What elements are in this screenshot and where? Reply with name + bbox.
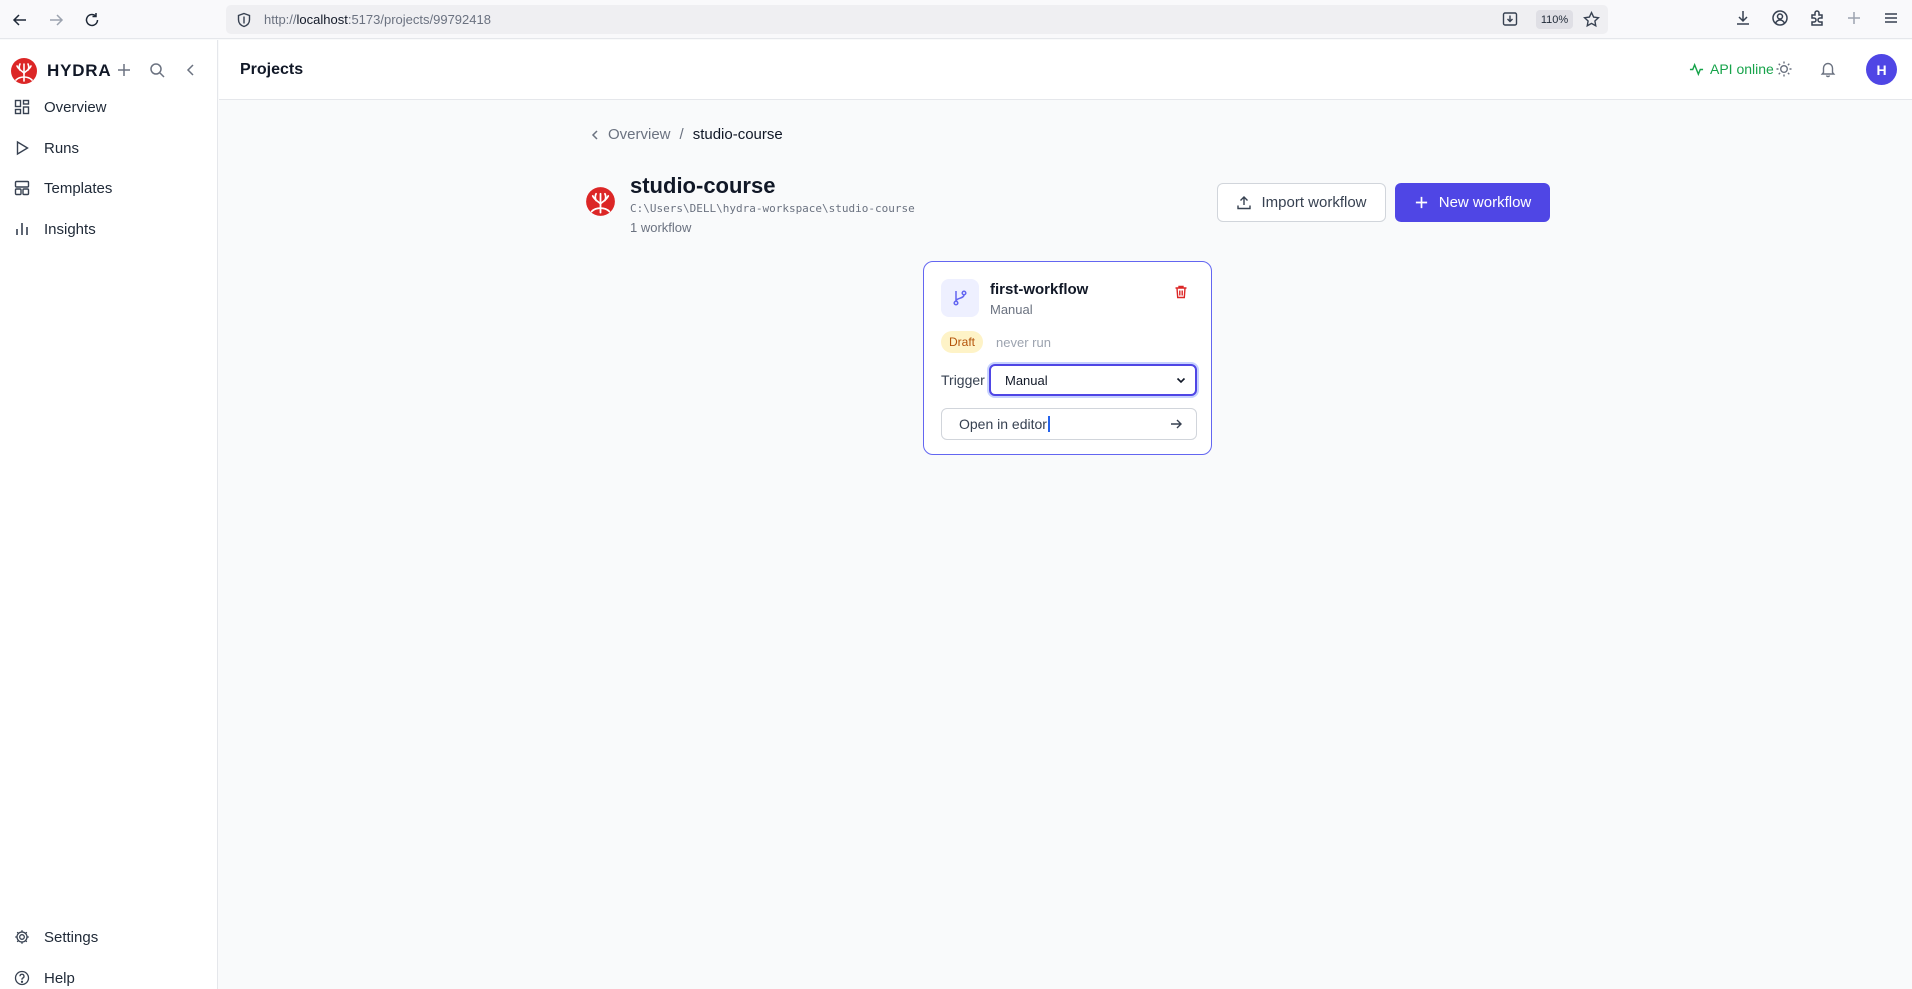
sidebar-item-runs[interactable]: Runs [0, 130, 218, 166]
back-button[interactable] [7, 7, 33, 33]
trigger-select-value: Manual [1005, 372, 1048, 388]
sidebar-item-label: Insights [44, 220, 96, 238]
open-in-editor-label: Open in editor [959, 416, 1047, 432]
breadcrumb: Overview / studio-course [588, 126, 783, 143]
gear-icon [15, 930, 29, 944]
new-workflow-button[interactable]: New workflow [1395, 183, 1550, 222]
browser-toolbar: http://localhost:5173/projects/99792418 … [0, 0, 1912, 39]
plus-icon [1415, 196, 1427, 209]
project-logo-icon [586, 187, 615, 216]
sidebar-item-insights[interactable]: Insights [0, 211, 218, 247]
activity-icon [1689, 62, 1704, 76]
address-bar[interactable]: http://localhost:5173/projects/99792418 … [226, 5, 1608, 34]
collapse-sidebar-icon[interactable] [182, 61, 200, 79]
workflow-icon-tile [941, 279, 979, 317]
workflow-name[interactable]: first-workflow [990, 281, 1088, 298]
top-header: Projects API online H [219, 40, 1912, 100]
shield-icon [237, 12, 251, 28]
import-workflow-label: Import workflow [1261, 194, 1367, 211]
chart-icon [16, 223, 28, 235]
sidebar-item-label: Runs [44, 139, 80, 157]
last-run-text: never run [996, 335, 1051, 350]
chevron-down-icon [1176, 377, 1186, 384]
open-in-editor-button[interactable]: Open in editor [941, 408, 1197, 440]
theme-toggle-icon[interactable] [1775, 60, 1793, 78]
downloads-icon[interactable] [1734, 9, 1752, 27]
sidebar: HYDRA Overview Runs Templates Insights S… [0, 40, 218, 989]
account-icon[interactable] [1771, 9, 1789, 27]
extensions-icon[interactable] [1808, 9, 1826, 27]
git-branch-icon [953, 290, 967, 306]
workflow-card[interactable]: first-workflow Manual Draft never run Tr… [923, 261, 1212, 455]
zoom-level[interactable]: 110% [1536, 10, 1573, 29]
forward-button[interactable] [43, 7, 69, 33]
trigger-label: Trigger [941, 372, 985, 388]
url-text: http://localhost:5173/projects/99792418 [264, 12, 491, 27]
bookmark-star-icon[interactable] [1583, 11, 1600, 28]
arrow-right-icon [50, 14, 64, 26]
overview-icon [14, 99, 30, 115]
menu-icon[interactable] [1882, 9, 1900, 27]
reload-icon [85, 13, 99, 27]
trash-icon[interactable] [1173, 284, 1189, 300]
brand-name: HYDRA [47, 61, 112, 80]
brand[interactable]: HYDRA [10, 56, 111, 86]
sidebar-item-overview[interactable]: Overview [0, 89, 218, 125]
sidebar-item-label: Help [44, 969, 75, 987]
breadcrumb-parent[interactable]: Overview [608, 126, 671, 143]
page-title: Projects [240, 61, 304, 78]
import-workflow-button[interactable]: Import workflow [1217, 183, 1386, 222]
sidebar-item-label: Templates [44, 179, 113, 197]
status-badge: Draft [941, 331, 984, 353]
breadcrumb-current: studio-course [692, 126, 783, 143]
templates-icon [14, 180, 30, 196]
reload-button[interactable] [79, 7, 105, 33]
sidebar-item-label: Overview [44, 98, 107, 116]
user-avatar[interactable]: H [1866, 54, 1897, 85]
workflow-count: 1 workflow [630, 220, 692, 235]
api-status-label: API online [1710, 61, 1774, 77]
upload-icon [1237, 195, 1252, 209]
sidebar-item-label: Settings [44, 928, 99, 946]
page-download-icon[interactable] [1502, 11, 1518, 27]
sidebar-item-templates[interactable]: Templates [0, 170, 218, 206]
bell-icon[interactable] [1819, 60, 1837, 78]
workflow-trigger-type: Manual [990, 302, 1033, 317]
trigger-select[interactable]: Manual [989, 364, 1197, 396]
sidebar-item-help[interactable]: Help [0, 960, 218, 989]
plus-icon[interactable] [115, 61, 133, 79]
hydra-logo-icon [11, 58, 37, 84]
text-cursor [1047, 416, 1050, 432]
arrow-right-icon [1171, 419, 1182, 429]
play-icon [16, 140, 29, 156]
api-status: API online [1689, 61, 1774, 77]
help-icon [14, 970, 30, 986]
project-name: studio-course [630, 173, 776, 198]
chevron-left-icon [591, 129, 598, 140]
project-path: C:\Users\DELL\hydra-workspace\studio-cou… [630, 202, 915, 215]
search-icon[interactable] [148, 61, 166, 79]
breadcrumb-separator: / [679, 126, 684, 143]
arrow-left-icon [12, 14, 26, 26]
new-tab-icon[interactable] [1845, 9, 1863, 27]
sidebar-item-settings[interactable]: Settings [0, 919, 218, 955]
new-workflow-label: New workflow [1438, 194, 1532, 211]
